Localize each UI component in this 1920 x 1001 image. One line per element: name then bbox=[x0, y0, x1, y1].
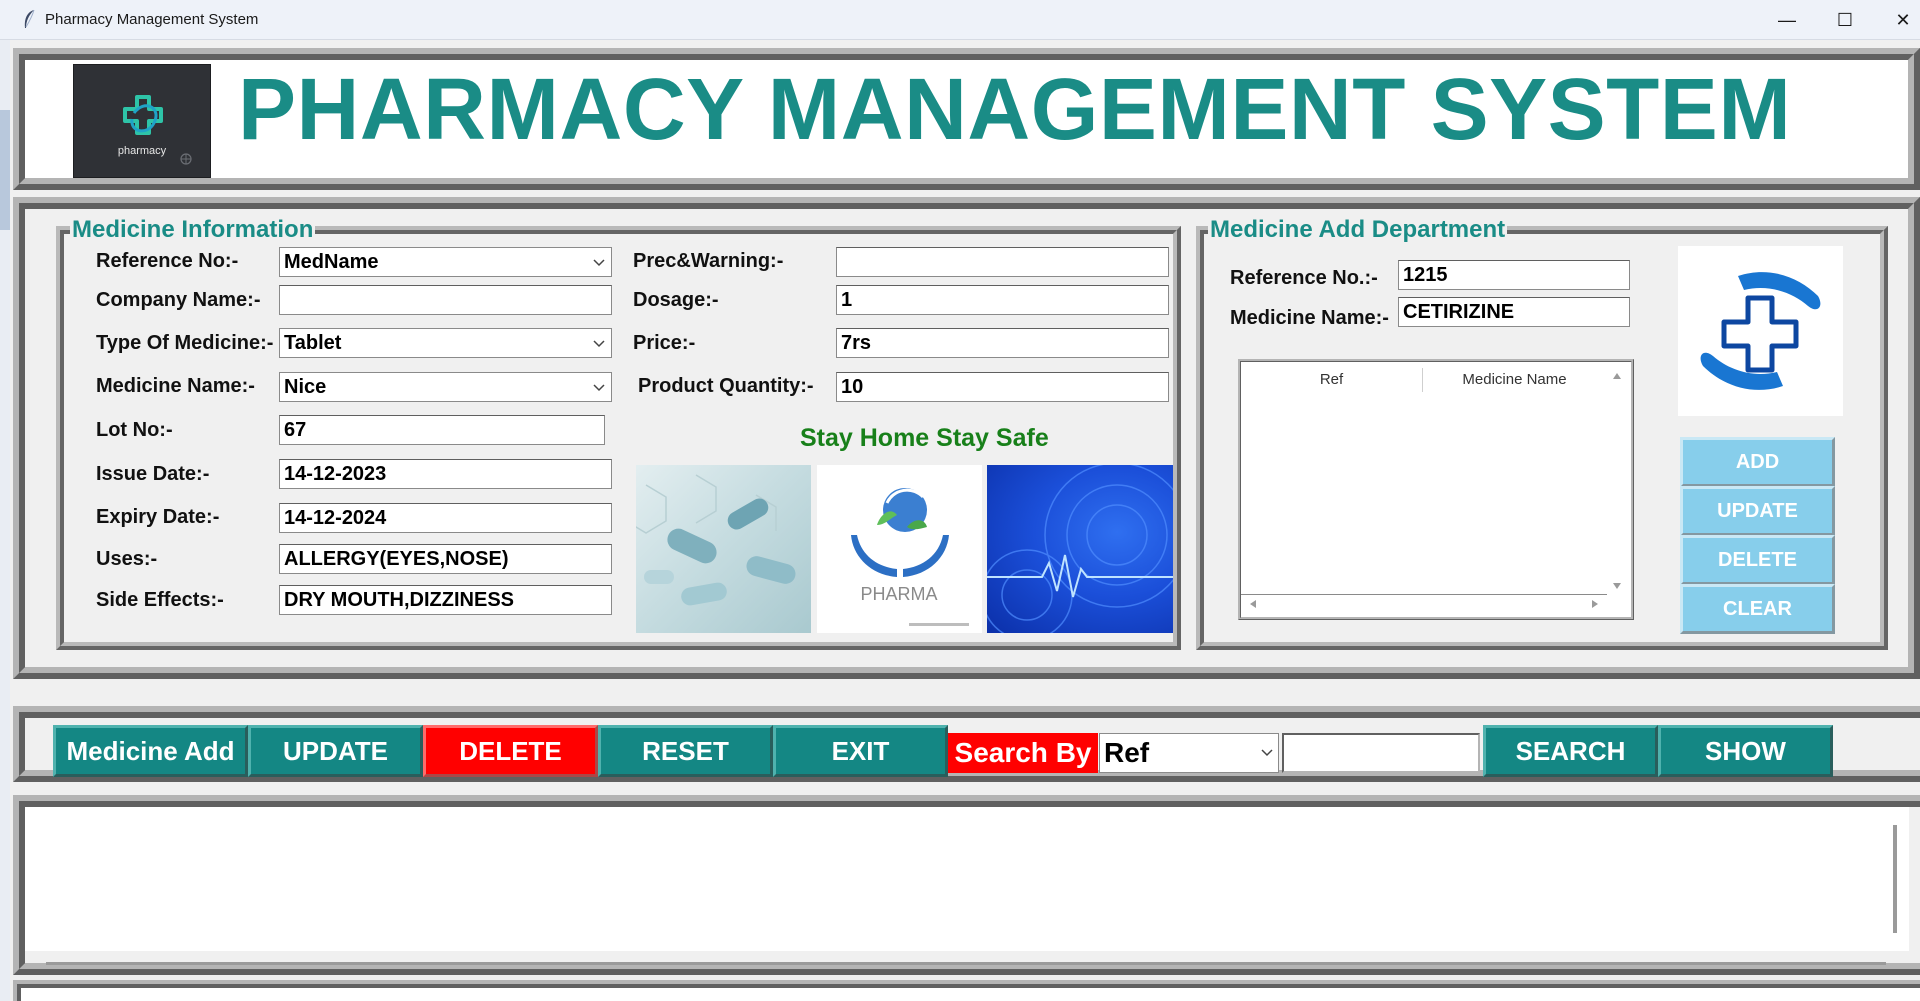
expiry-date-field[interactable]: 14-12-2024 bbox=[279, 503, 612, 533]
chevron-down-icon[interactable] bbox=[591, 252, 607, 272]
dept-medicine-name-label: Medicine Name:- bbox=[1230, 307, 1389, 329]
company-name-label: Company Name:- bbox=[96, 289, 261, 311]
column-header-medicine-name[interactable]: Medicine Name bbox=[1423, 368, 1606, 392]
pharma-logo-image: PHARMA bbox=[817, 465, 982, 633]
lot-no-field[interactable]: 67 bbox=[279, 415, 605, 445]
medical-cross-image bbox=[1678, 246, 1843, 416]
dosage-label: Dosage:- bbox=[633, 289, 719, 311]
update-button[interactable]: UPDATE bbox=[1680, 486, 1835, 536]
capsules-illustration bbox=[636, 474, 796, 606]
heartbeat-illustration bbox=[987, 465, 1173, 633]
type-of-medicine-value: Tablet bbox=[284, 332, 342, 354]
clear-button[interactable]: CLEAR bbox=[1680, 584, 1835, 634]
medicine-treeview[interactable]: Ref Medicine Name bbox=[1238, 359, 1634, 620]
close-button[interactable]: ✕ bbox=[1874, 0, 1920, 40]
type-of-medicine-label: Type Of Medicine:- bbox=[96, 332, 274, 354]
toolbar-update-button[interactable]: UPDATE bbox=[248, 725, 423, 777]
column-header-ref[interactable]: Ref bbox=[1241, 368, 1422, 392]
stay-safe-slogan: Stay Home Stay Safe bbox=[800, 424, 1049, 452]
medicine-name-combobox[interactable]: Nice bbox=[279, 372, 612, 402]
window-titlebar: Pharmacy Management System — ☐ ✕ bbox=[0, 0, 1920, 40]
dept-reference-no-field[interactable]: 1215 bbox=[1398, 260, 1630, 290]
chevron-down-icon[interactable] bbox=[1260, 744, 1274, 762]
maximize-icon: ☐ bbox=[1836, 9, 1854, 30]
search-button[interactable]: SEARCH bbox=[1483, 725, 1658, 777]
feather-icon bbox=[24, 9, 35, 28]
vertical-scrollbar[interactable] bbox=[1606, 365, 1628, 597]
chevron-down-icon[interactable] bbox=[591, 333, 607, 353]
show-button[interactable]: SHOW bbox=[1658, 725, 1833, 777]
lot-no-label: Lot No:- bbox=[96, 419, 173, 441]
toolbar-delete-button[interactable]: DELETE bbox=[423, 725, 598, 777]
app-title: PHARMACY MANAGEMENT SYSTEM bbox=[238, 61, 1792, 158]
issue-date-label: Issue Date:- bbox=[96, 463, 210, 485]
records-table[interactable] bbox=[25, 807, 1909, 951]
pharmacy-logo: pharmacy bbox=[73, 64, 211, 178]
search-by-label: Search By bbox=[948, 733, 1098, 773]
side-effects-field[interactable]: DRY MOUTH,DIZZINESS bbox=[279, 585, 612, 615]
dept-reference-no-label: Reference No.:- bbox=[1230, 267, 1378, 289]
medicine-name-value: Nice bbox=[284, 376, 327, 398]
expiry-date-label: Expiry Date:- bbox=[96, 506, 220, 528]
side-effects-label: Side Effects:- bbox=[96, 589, 224, 611]
medicine-add-department-title: Medicine Add Department bbox=[1208, 216, 1508, 244]
search-by-value: Ref bbox=[1104, 737, 1150, 768]
minimize-icon: — bbox=[1778, 9, 1796, 30]
delete-button[interactable]: DELETE bbox=[1680, 535, 1835, 585]
records-horizontal-scrollbar[interactable] bbox=[46, 962, 1886, 965]
company-name-field[interactable] bbox=[279, 285, 612, 315]
reset-button[interactable]: RESET bbox=[598, 725, 773, 777]
background-window-edge bbox=[0, 40, 10, 1001]
minimize-button[interactable]: — bbox=[1758, 0, 1816, 40]
medicine-information-title: Medicine Information bbox=[70, 216, 316, 244]
pharma-image-text: PHARMA bbox=[860, 584, 937, 604]
medicine-add-button[interactable]: Medicine Add bbox=[53, 725, 248, 777]
heartbeat-image bbox=[987, 465, 1173, 633]
product-quantity-field[interactable]: 10 bbox=[836, 372, 1169, 402]
search-input[interactable] bbox=[1282, 733, 1480, 773]
pharma-hands-illustration: PHARMA bbox=[851, 488, 969, 626]
dosage-field[interactable]: 1 bbox=[836, 285, 1169, 315]
capsules-image bbox=[636, 465, 811, 633]
window-title: Pharmacy Management System bbox=[45, 11, 259, 28]
prec-warning-field[interactable] bbox=[836, 247, 1169, 277]
exit-button[interactable]: EXIT bbox=[773, 725, 948, 777]
bottom-frame-edge bbox=[13, 980, 1920, 1001]
dept-medicine-name-field[interactable]: CETIRIZINE bbox=[1398, 297, 1630, 327]
logo-watermark-icon bbox=[180, 153, 192, 165]
uses-label: Uses:- bbox=[96, 548, 158, 570]
price-label: Price:- bbox=[633, 332, 696, 354]
add-button[interactable]: ADD bbox=[1680, 437, 1835, 487]
reference-no-label: Reference No:- bbox=[96, 250, 239, 272]
records-vertical-scrollbar[interactable] bbox=[1893, 825, 1897, 933]
reference-no-combobox[interactable]: MedName bbox=[279, 247, 612, 277]
close-icon: ✕ bbox=[1895, 9, 1911, 30]
medical-cross-hands-icon bbox=[1700, 272, 1821, 390]
pharmacy-cross-icon bbox=[123, 95, 163, 135]
prec-warning-label: Prec&Warning:- bbox=[633, 250, 784, 272]
maximize-button[interactable]: ☐ bbox=[1816, 0, 1874, 40]
search-by-combobox[interactable]: Ref bbox=[1099, 733, 1279, 773]
uses-field[interactable]: ALLERGY(EYES,NOSE) bbox=[279, 544, 612, 574]
reference-no-value: MedName bbox=[284, 251, 379, 273]
issue-date-field[interactable]: 14-12-2023 bbox=[279, 459, 612, 489]
medicine-name-label: Medicine Name:- bbox=[96, 375, 255, 397]
chevron-down-icon[interactable] bbox=[591, 377, 607, 397]
price-field[interactable]: 7rs bbox=[836, 328, 1169, 358]
type-of-medicine-combobox[interactable]: Tablet bbox=[279, 328, 612, 358]
product-quantity-label: Product Quantity:- bbox=[638, 375, 814, 397]
horizontal-scrollbar[interactable] bbox=[1244, 594, 1606, 614]
